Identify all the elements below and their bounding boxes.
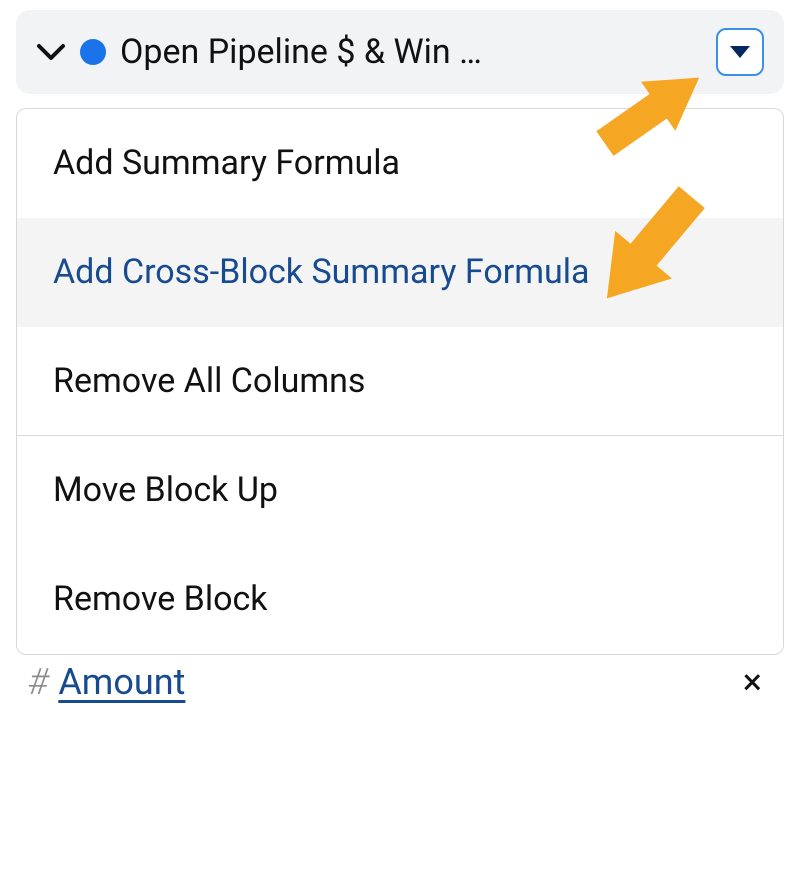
block-title: Open Pipeline $ & Win … <box>120 32 702 72</box>
chevron-down-icon[interactable] <box>36 42 66 62</box>
menu-item-label: Add Summary Formula <box>53 143 400 183</box>
menu-item-add-summary-formula[interactable]: Add Summary Formula <box>17 109 783 218</box>
menu-item-remove-all-columns[interactable]: Remove All Columns <box>17 327 783 436</box>
menu-item-label: Move Block Up <box>53 470 278 510</box>
dropdown-trigger-button[interactable] <box>716 28 764 76</box>
close-icon[interactable]: × <box>743 661 772 703</box>
dropdown-menu: Add Summary Formula Add Cross-Block Summ… <box>16 108 784 655</box>
menu-item-move-block-up[interactable]: Move Block Up <box>17 436 783 545</box>
column-label: Amount <box>58 661 732 703</box>
menu-item-add-cross-block-summary-formula[interactable]: Add Cross-Block Summary Formula <box>17 218 783 327</box>
number-icon: # <box>28 661 48 703</box>
menu-item-label: Add Cross-Block Summary Formula <box>53 252 590 292</box>
status-dot-icon <box>80 39 106 65</box>
menu-item-label: Remove All Columns <box>53 361 365 401</box>
menu-item-remove-block[interactable]: Remove Block <box>17 545 783 654</box>
block-header: Open Pipeline $ & Win … <box>16 10 784 94</box>
column-row[interactable]: # Amount × <box>10 655 790 703</box>
menu-item-label: Remove Block <box>53 579 268 619</box>
